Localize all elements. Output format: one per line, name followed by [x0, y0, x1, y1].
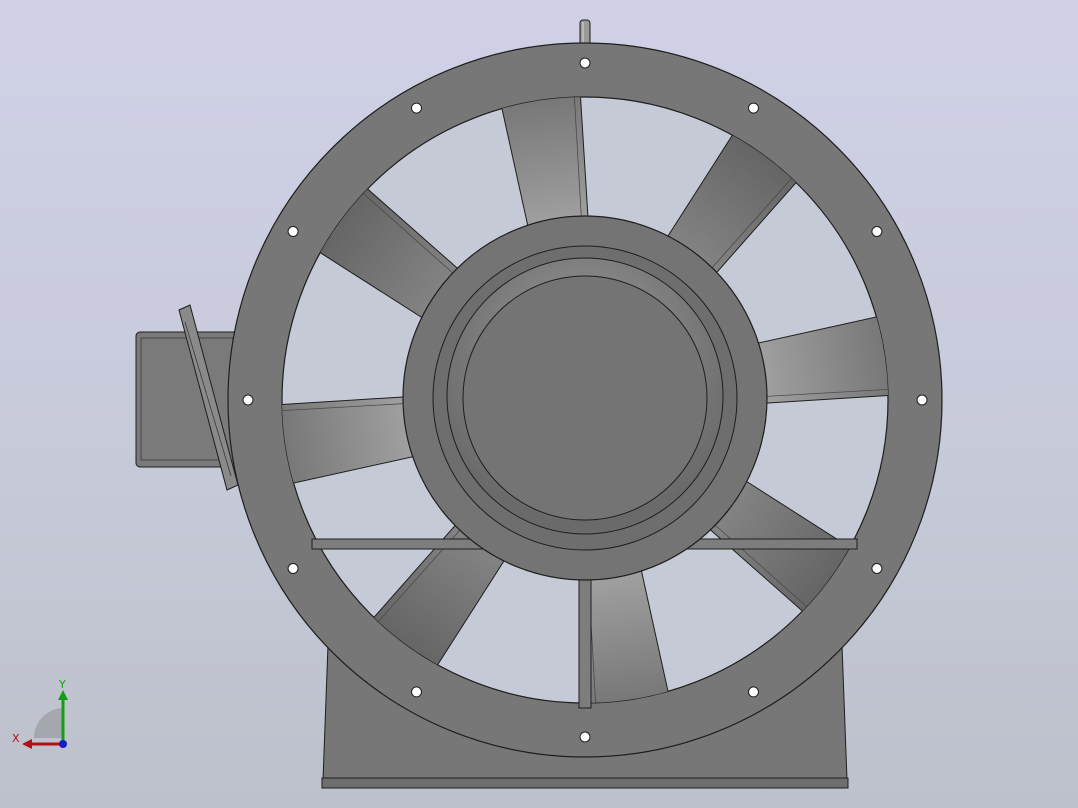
- x-axis-label: X: [12, 732, 20, 745]
- bolt-hole: [287, 226, 299, 237]
- bolt-hole: [579, 57, 591, 69]
- bolt-hole: [242, 394, 254, 406]
- coordinate-triad: Y X: [12, 680, 68, 749]
- motor-hub[interactable]: [402, 215, 768, 581]
- y-axis-arrowhead: [58, 690, 68, 700]
- bolt-hole: [871, 226, 883, 237]
- x-axis-arrowhead: [22, 739, 32, 749]
- bolt-hole: [287, 563, 299, 574]
- bolt-hole: [411, 686, 422, 698]
- bolt-hole: [748, 686, 759, 698]
- y-axis-label: Y: [58, 680, 66, 691]
- bolt-hole: [871, 563, 883, 574]
- junction-box[interactable]: [135, 304, 239, 491]
- bolt-hole: [748, 102, 759, 114]
- bolt-hole: [916, 394, 928, 406]
- z-axis-point: [59, 740, 67, 748]
- bolt-hole: [579, 731, 591, 743]
- graphics-viewport[interactable]: Y X: [0, 0, 1078, 808]
- fan-model[interactable]: [0, 0, 1078, 808]
- bolt-hole: [411, 102, 422, 114]
